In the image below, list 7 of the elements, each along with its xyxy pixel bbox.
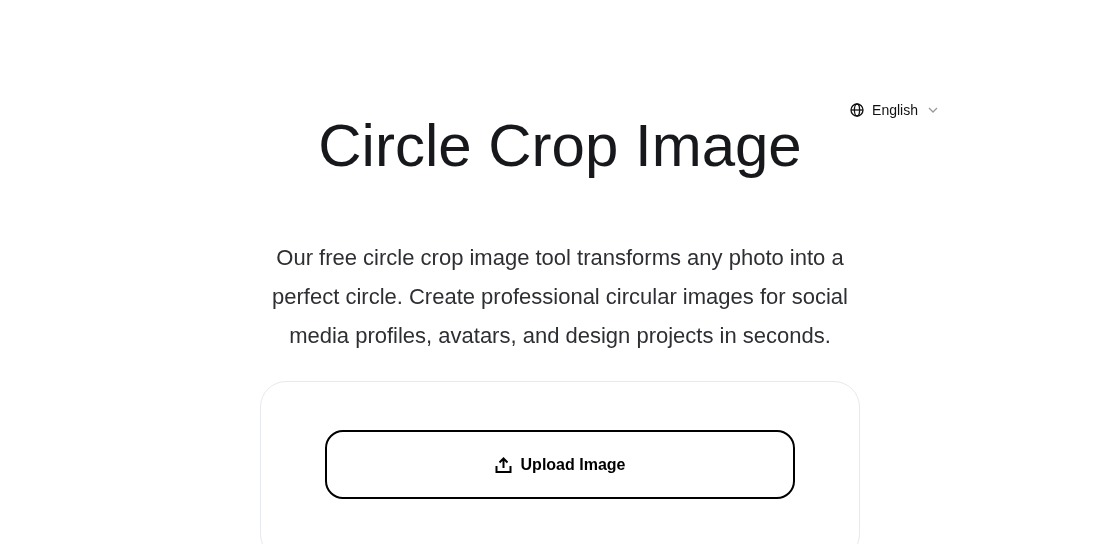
chevron-down-icon [928, 107, 938, 113]
upload-button[interactable]: Upload Image [325, 430, 795, 499]
upload-icon [494, 456, 512, 473]
page-title: Circle Crop Image [318, 111, 802, 181]
language-dropdown[interactable]: English [850, 100, 938, 120]
globe-icon [850, 103, 865, 117]
description-text: Our free circle crop image tool transforms any photo into a perfect circle. Create professional circular images for social media profiles, avatars, and design projects in seconds. [271, 244, 849, 350]
